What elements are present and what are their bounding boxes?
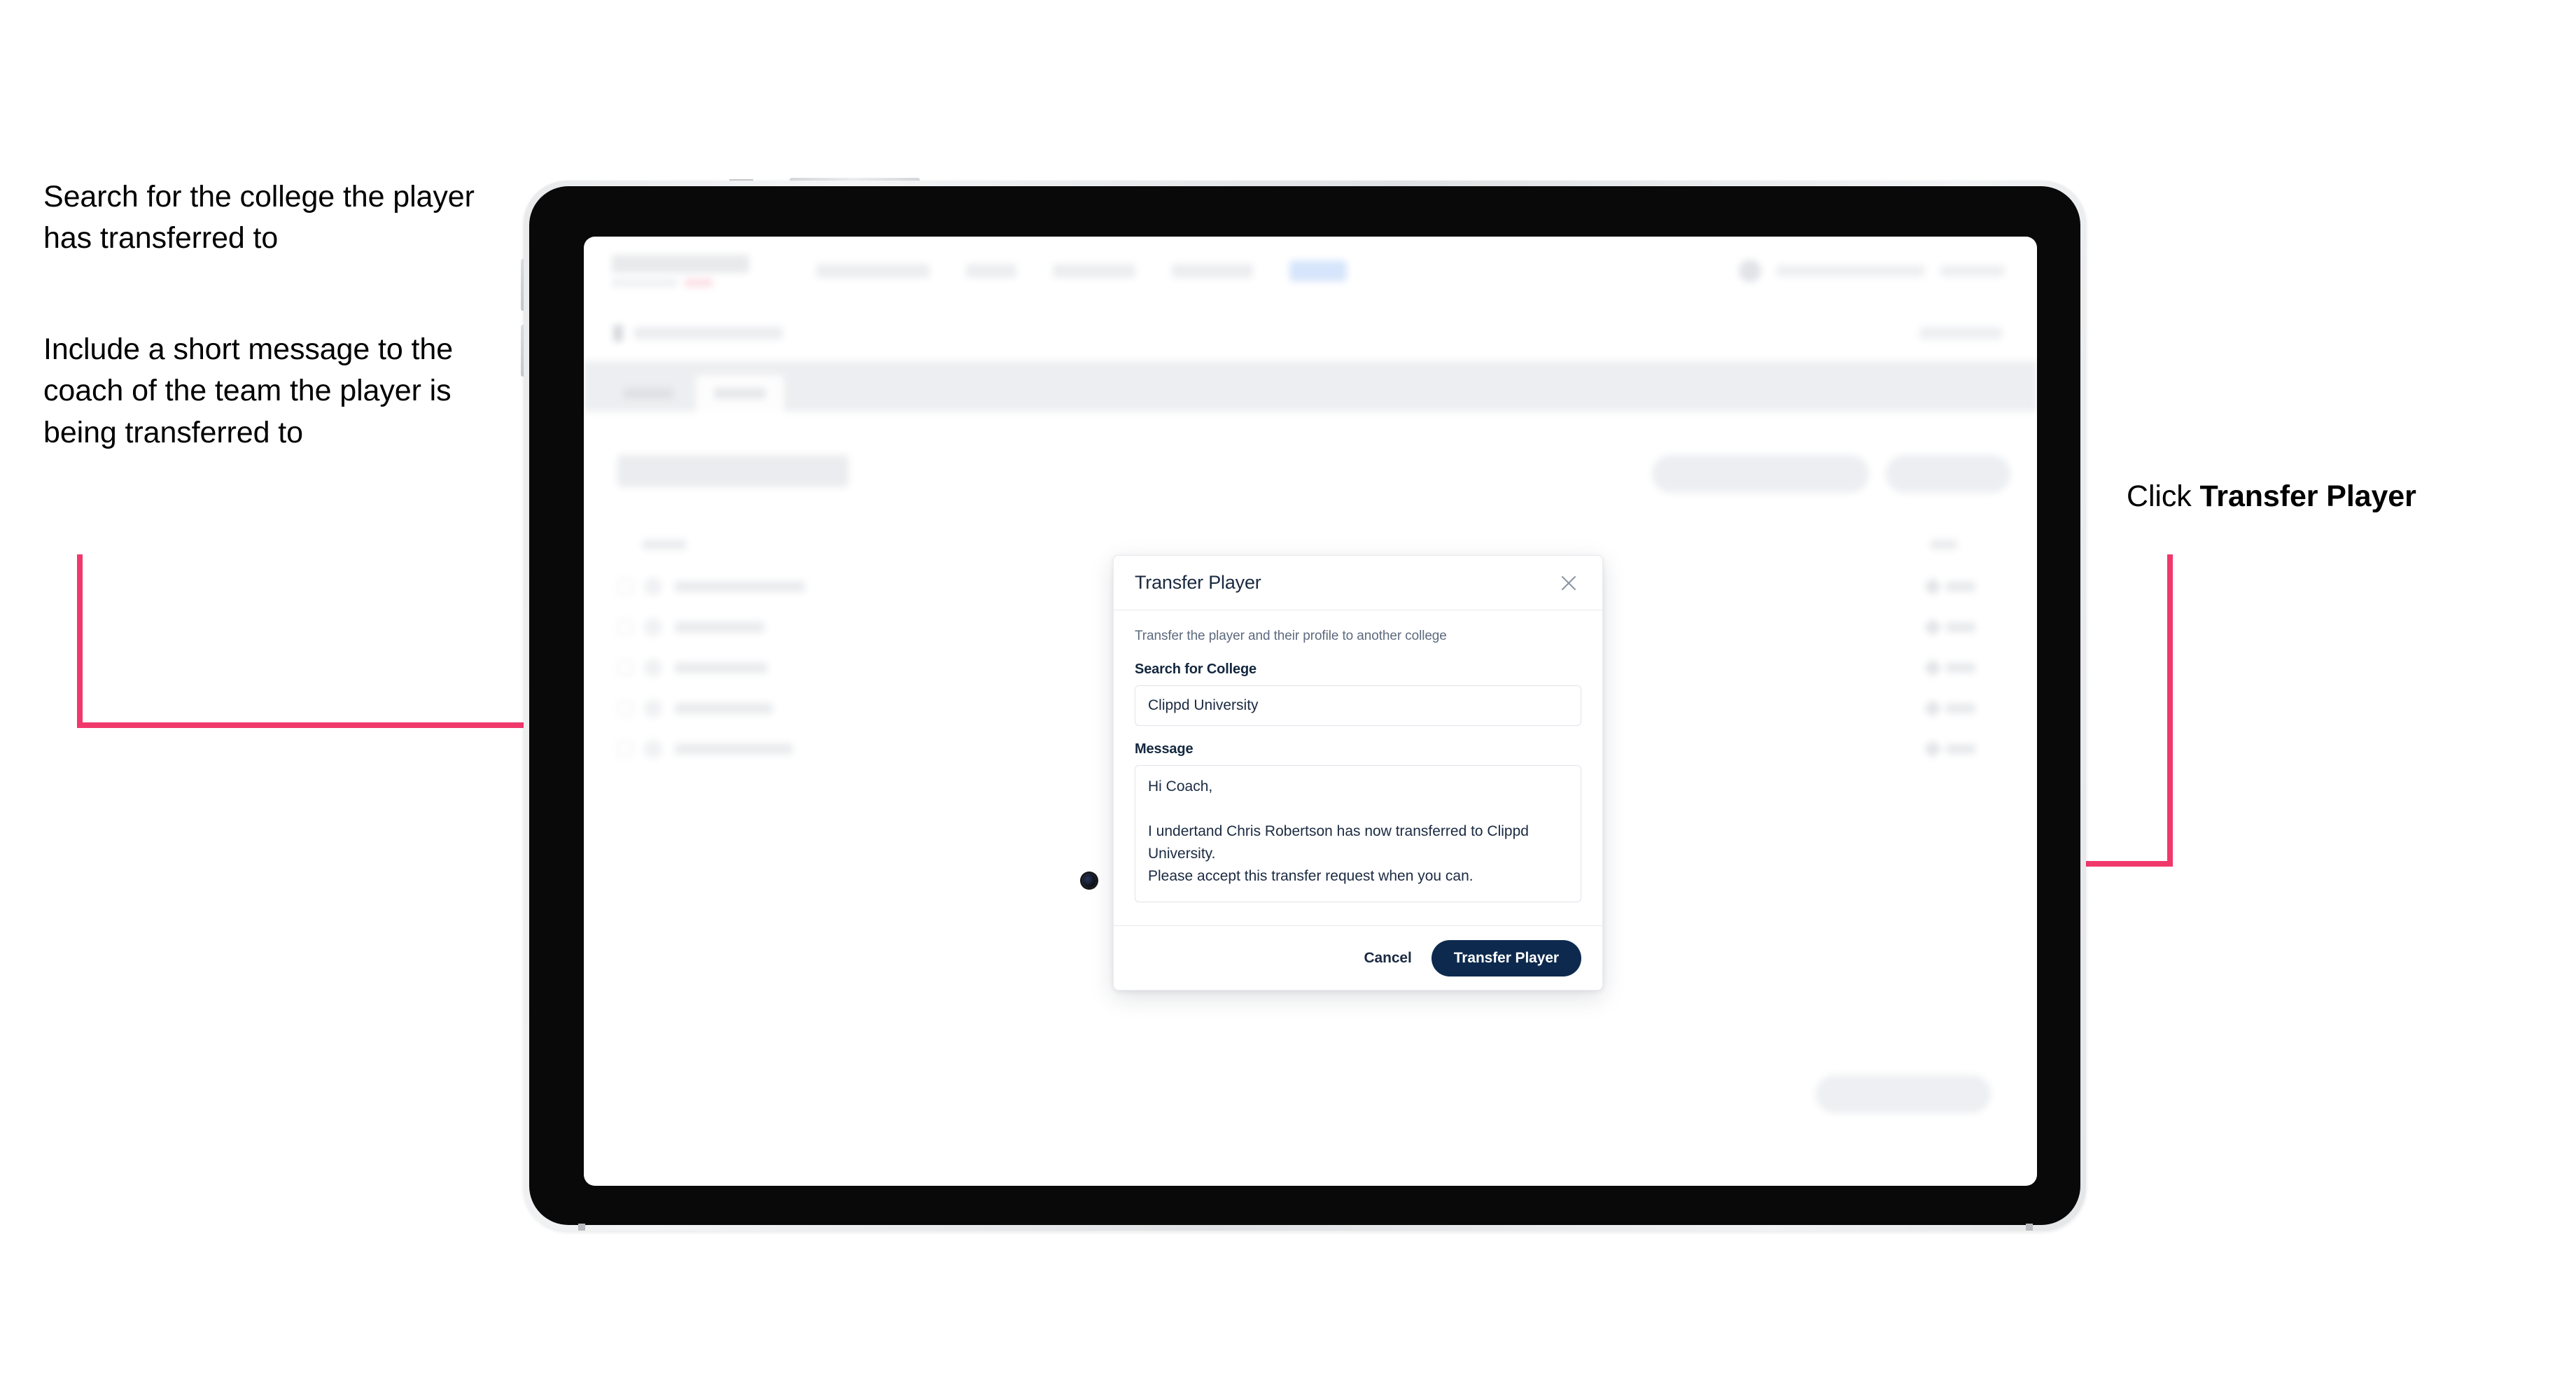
device-foot-left	[578, 1224, 585, 1231]
breadcrumb	[584, 305, 2037, 361]
player-name	[675, 621, 764, 633]
sign-out-link[interactable]	[1940, 265, 2005, 276]
app-nav	[816, 260, 1347, 281]
screenshot-canvas: Search for the college the player has tr…	[0, 0, 2576, 1386]
edit-button[interactable]	[1924, 658, 1975, 677]
avatar	[644, 658, 662, 677]
dialog-subtitle: Transfer the player and their profile to…	[1135, 629, 1447, 643]
transfer-player-dialog: Transfer Player Transfer the player and …	[1113, 555, 1603, 990]
save-roster-button[interactable]	[1816, 1075, 1991, 1113]
row-checkbox[interactable]	[617, 578, 633, 594]
tab-roster[interactable]	[696, 375, 784, 412]
nav-item-active[interactable]	[1289, 260, 1347, 281]
search-college-label: Search for College	[1135, 662, 1257, 677]
player-name	[675, 702, 773, 714]
edit-button[interactable]	[1924, 577, 1975, 596]
close-icon[interactable]	[1556, 570, 1581, 596]
nav-item-teams[interactable]	[966, 263, 1016, 278]
dialog-title: Transfer Player	[1135, 572, 1261, 593]
transfer-player-button[interactable]: Transfer Player	[1431, 939, 1581, 976]
app-user-menu[interactable]	[1739, 259, 2005, 282]
annotation-click-target: Transfer Player	[2199, 479, 2416, 513]
tablet-device-frame: Transfer Player Transfer the player and …	[524, 181, 2086, 1231]
dialog-footer: Cancel Transfer Player	[1114, 925, 1602, 990]
search-college-input[interactable]	[1135, 685, 1581, 726]
annotation-connector-right-vertical	[2167, 554, 2173, 867]
request-player-transfer-button[interactable]	[1652, 455, 1869, 493]
row-checkbox[interactable]	[617, 619, 633, 635]
row-checkbox[interactable]	[617, 700, 633, 716]
add-player-button[interactable]	[1886, 455, 2010, 493]
annotation-search-college: Search for the college the player has tr…	[43, 180, 475, 255]
annotation-include-message: Include a short message to the coach of …	[43, 332, 454, 449]
avatar	[644, 699, 662, 718]
annotation-click-transfer: Click Transfer Player	[2127, 476, 2575, 517]
player-name	[675, 580, 805, 592]
device-front-camera	[1082, 874, 1096, 888]
pencil-icon	[1924, 577, 1942, 596]
college-field-group: Search for College	[1135, 662, 1581, 726]
avatar	[644, 577, 662, 596]
edit-button[interactable]	[1924, 617, 1975, 636]
player-name	[675, 743, 792, 755]
app-header	[584, 237, 2037, 305]
pencil-icon	[1924, 658, 1942, 677]
breadcrumb-cancel-link[interactable]	[1919, 326, 2002, 340]
player-name	[675, 662, 767, 673]
page-title	[617, 455, 848, 487]
annotation-connector-left-vertical	[77, 554, 83, 728]
avatar	[644, 739, 662, 758]
dialog-body: Transfer the player and their profile to…	[1114, 610, 1602, 925]
message-label: Message	[1135, 741, 1194, 757]
app-logo	[612, 254, 759, 287]
pencil-icon	[1924, 699, 1942, 718]
message-textarea[interactable]	[1135, 765, 1581, 902]
pencil-icon	[1924, 617, 1942, 636]
device-foot-right	[2026, 1224, 2033, 1231]
avatar	[1739, 259, 1761, 282]
tab-details[interactable]	[605, 375, 692, 412]
avatar	[644, 617, 662, 636]
device-screen: Transfer Player Transfer the player and …	[584, 237, 2037, 1186]
device-bezel: Transfer Player Transfer the player and …	[529, 186, 2080, 1225]
nav-item-analytics[interactable]	[1053, 263, 1135, 278]
row-checkbox[interactable]	[617, 659, 633, 676]
row-checkbox[interactable]	[617, 741, 633, 757]
breadcrumb-icon	[613, 324, 623, 342]
breadcrumb-label	[634, 326, 783, 340]
dialog-header: Transfer Player	[1114, 556, 1602, 610]
nav-item-tournaments[interactable]	[816, 263, 930, 278]
pencil-icon	[1924, 739, 1942, 758]
user-email-label	[1777, 265, 1925, 276]
annotation-click-prefix: Click	[2127, 479, 2200, 513]
tab-bar	[584, 361, 2037, 412]
edit-button[interactable]	[1924, 699, 1975, 718]
nav-item-analytics-hub[interactable]	[1172, 263, 1253, 278]
message-field-group: Message	[1135, 741, 1581, 906]
cancel-button[interactable]: Cancel	[1364, 950, 1411, 967]
edit-button[interactable]	[1924, 739, 1975, 758]
